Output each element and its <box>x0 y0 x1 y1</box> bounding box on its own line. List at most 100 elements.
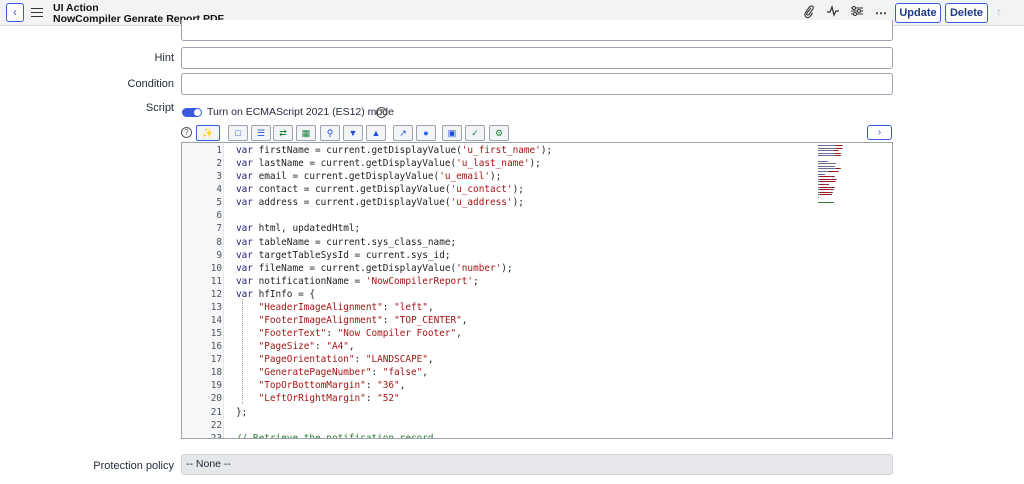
code-text[interactable]: }; <box>236 406 247 419</box>
toggle-syntax-icon[interactable]: ✨ <box>196 125 220 141</box>
code-text[interactable]: var hfInfo = { <box>236 288 315 301</box>
save-icon[interactable]: ▣ <box>442 125 462 141</box>
code-line[interactable]: 21}; <box>182 406 822 419</box>
es12-toggle[interactable] <box>182 108 202 117</box>
find-prev-icon[interactable]: ▲ <box>366 125 386 141</box>
line-number: 1 <box>216 145 222 156</box>
code-line[interactable]: 5 var address = current.getDisplayValue('… <box>182 196 822 209</box>
code-token: : <box>382 301 395 313</box>
code-line[interactable]: 12 var hfInfo = { <box>182 288 822 301</box>
code-token: html, updatedHtml; <box>258 223 361 235</box>
code-text[interactable]: "FooterText": "Now Compiler Footer", <box>236 327 462 340</box>
up-arrow-icon[interactable]: ↑ <box>996 5 1002 19</box>
code-token: var <box>236 158 259 170</box>
code-token: hfInfo = { <box>258 288 316 300</box>
code-line[interactable]: 2 var lastName = current.getDisplayValue(… <box>182 157 822 170</box>
code-token: var <box>236 184 259 196</box>
code-text[interactable]: var address = current.getDisplayValue('u… <box>236 196 524 209</box>
code-line[interactable]: 17 "PageOrientation": "LANDSCAPE", <box>182 353 822 366</box>
code-text[interactable]: var notificationName = 'NowCompilerRepor… <box>236 275 479 288</box>
code-text[interactable]: "GeneratePageNumber": "false", <box>236 366 428 379</box>
code-line[interactable]: 1 var firstName = current.getDisplayValue… <box>182 144 822 157</box>
condition-input[interactable] <box>181 73 893 95</box>
back-arrow-icon[interactable]: ‹ <box>6 3 24 22</box>
protection-policy-select[interactable]: -- None -- <box>181 454 893 475</box>
code-text[interactable]: var fileName = current.getDisplayValue('… <box>236 262 513 275</box>
code-line[interactable]: 4 var contact = current.getDisplayValue('… <box>182 183 822 196</box>
script-label: Script <box>145 102 174 114</box>
comment-icon[interactable]: □ <box>228 125 248 141</box>
code-text[interactable]: "PageOrientation": "LANDSCAPE", <box>236 353 434 366</box>
replace-icon[interactable]: ⇄ <box>273 125 293 141</box>
code-line[interactable]: 22 <box>182 419 822 432</box>
settings-icon[interactable]: ⚙ <box>489 125 509 141</box>
delete-button[interactable]: Delete <box>945 3 988 23</box>
code-line[interactable]: 11 var notificationName = 'NowCompilerRep… <box>182 275 822 288</box>
code-line[interactable]: 20 "LeftOrRightMargin": "52" <box>182 392 822 405</box>
hint-input[interactable] <box>181 47 893 69</box>
code-text[interactable]: var tableName = current.sys_class_name; <box>236 236 456 249</box>
replace-all-icon[interactable]: ▦ <box>296 125 316 141</box>
code-line[interactable]: 16 "PageSize": "A4", <box>182 340 822 353</box>
hamburger-menu-icon[interactable] <box>31 5 43 19</box>
hint-label: Hint <box>154 52 174 64</box>
code-token: : <box>354 354 366 366</box>
code-line[interactable]: 15 "FooterText": "Now Compiler Footer", <box>182 327 822 340</box>
update-button[interactable]: Update <box>895 3 941 23</box>
code-text[interactable]: // Retrieve the notification record <box>236 432 434 439</box>
script-editor[interactable]: 1 var firstName = current.getDisplayValue… <box>181 142 893 439</box>
code-line[interactable]: 18 "GeneratePageNumber": "false", <box>182 366 822 379</box>
help-icon[interactable]: ? <box>376 107 387 118</box>
code-minimap[interactable] <box>818 143 884 223</box>
code-token: // Retrieve the notification record <box>236 432 434 439</box>
script-debugger-icon[interactable]: ● <box>416 125 436 141</box>
line-number: 11 <box>210 275 222 287</box>
minimap-stroke <box>820 191 829 193</box>
code-content[interactable]: 1 var firstName = current.getDisplayValue… <box>182 144 822 439</box>
code-line[interactable]: 9 var targetTableSysId = current.sys_id; <box>182 249 822 262</box>
line-number: 9 <box>216 249 222 261</box>
code-token: "FooterText" <box>258 328 327 340</box>
code-text[interactable]: var firstName = current.getDisplayValue(… <box>236 144 552 157</box>
minimap-stroke <box>842 145 843 146</box>
code-line[interactable]: 3 var email = current.getDisplayValue('u_… <box>182 170 822 183</box>
code-line[interactable]: 6 <box>182 209 822 222</box>
paperclip-icon[interactable] <box>801 5 817 21</box>
code-text[interactable]: var targetTableSysId = current.sys_id; <box>236 249 450 262</box>
expand-panel-icon[interactable]: › <box>867 125 892 140</box>
code-token: 'u_last_name' <box>456 158 530 170</box>
code-line[interactable]: 7 var html, updatedHtml; <box>182 222 822 235</box>
line-number: 20 <box>210 393 222 405</box>
code-text[interactable]: var contact = current.getDisplayValue('u… <box>236 183 524 196</box>
code-line[interactable]: 10 var fileName = current.getDisplayValue… <box>182 262 822 275</box>
code-text[interactable]: "TopOrBottomMargin": "36", <box>236 379 406 392</box>
minimap-stroke <box>840 168 841 170</box>
minimap-stroke <box>820 155 835 157</box>
code-text[interactable]: "FooterImageAlignment": "TOP_CENTER", <box>236 314 468 327</box>
code-line[interactable]: 14 "FooterImageAlignment": "TOP_CENTER", <box>182 314 822 327</box>
code-token: : <box>365 393 378 405</box>
fullscreen-icon[interactable]: ↗ <box>393 125 413 141</box>
find-next-icon[interactable]: ▼ <box>343 125 363 141</box>
check-syntax-icon[interactable]: ✓ <box>465 125 485 141</box>
code-text[interactable]: var lastName = current.getDisplayValue('… <box>236 157 541 170</box>
format-icon[interactable]: ☰ <box>251 125 271 141</box>
code-text[interactable]: "PageSize": "A4", <box>236 340 355 353</box>
code-text[interactable]: var html, updatedHtml; <box>236 222 360 235</box>
code-text[interactable]: "HeaderImageAlignment": "left", <box>236 301 434 314</box>
search-icon[interactable]: ⚲ <box>320 125 340 141</box>
code-line[interactable]: 13 "HeaderImageAlignment": "left", <box>182 301 822 314</box>
code-line[interactable]: 8 var tableName = current.sys_class_name; <box>182 236 822 249</box>
code-line[interactable]: 19 "TopOrBottomMargin": "36", <box>182 379 822 392</box>
code-text[interactable]: var email = current.getDisplayValue('u_e… <box>236 170 501 183</box>
code-text[interactable]: "LeftOrRightMargin": "52" <box>236 392 400 405</box>
code-token: , <box>422 367 428 379</box>
activity-icon[interactable] <box>825 4 841 21</box>
code-line[interactable]: 23 // Retrieve the notification record <box>182 432 822 439</box>
sliders-icon[interactable] <box>849 5 865 21</box>
script-help-icon[interactable]: ? <box>181 127 192 138</box>
previous-field-input[interactable] <box>181 20 893 41</box>
more-icon[interactable]: ⋯ <box>873 5 889 21</box>
